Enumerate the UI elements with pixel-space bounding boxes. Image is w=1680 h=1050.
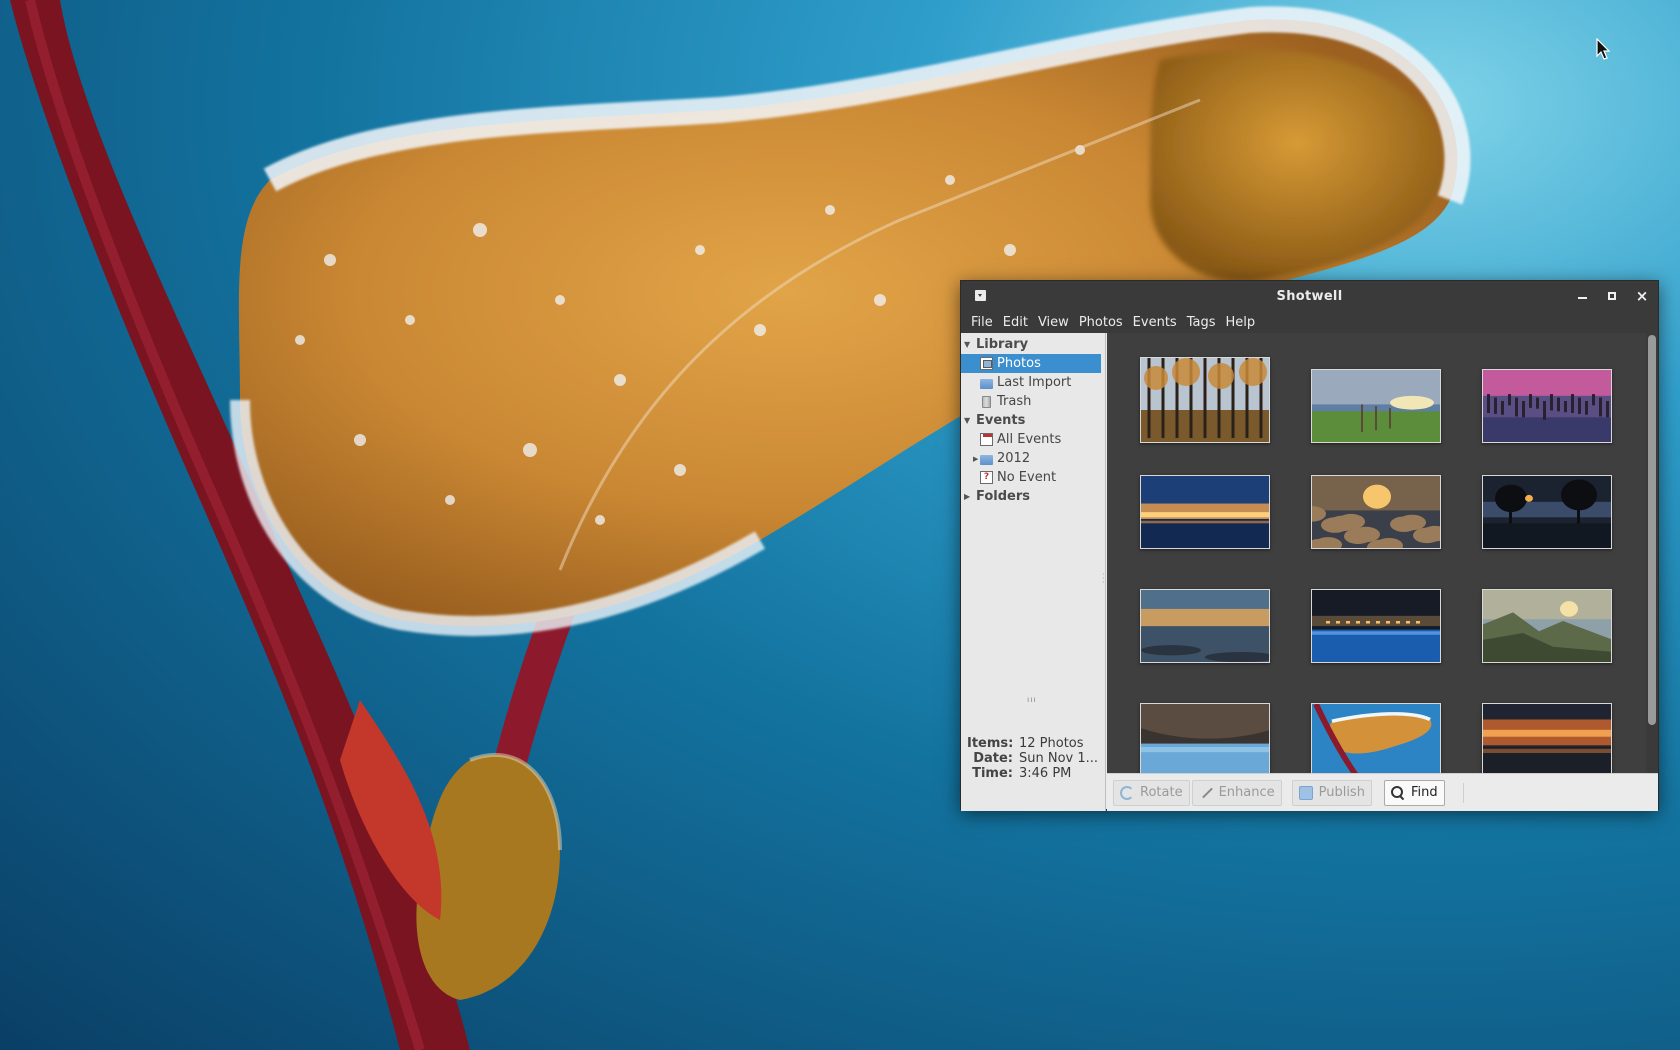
date-value: Sun Nov 1...	[1019, 751, 1099, 766]
photo-grid	[1107, 333, 1646, 773]
sidebar-item-last-import[interactable]: Last Import	[961, 373, 1105, 392]
photo-thumbnail-image	[1312, 370, 1440, 442]
enhance-wand-icon	[1199, 786, 1213, 800]
title-bar[interactable]: Shotwell ×	[961, 281, 1658, 311]
sidebar-header-label: Library	[976, 337, 1029, 352]
photo-thumbnail-image	[1312, 704, 1440, 773]
photo-thumbnail[interactable]	[1140, 475, 1270, 549]
publish-icon	[1298, 785, 1313, 800]
items-value: 12 Photos	[1019, 736, 1084, 751]
scrollbar-thumb[interactable]	[1648, 335, 1656, 725]
sidebar-header-label: Events	[976, 413, 1026, 428]
search-icon	[1390, 785, 1405, 800]
menu-file[interactable]: File	[966, 315, 998, 330]
rotate-label: Rotate	[1140, 785, 1183, 800]
maximize-button[interactable]	[1604, 288, 1620, 304]
folder-icon	[980, 378, 993, 389]
close-button[interactable]: ×	[1634, 288, 1650, 304]
rotate-button[interactable]: Rotate	[1113, 779, 1190, 806]
collapsed-arrow-icon[interactable]: ▶	[973, 455, 978, 463]
window-menu-icon[interactable]	[975, 290, 986, 301]
no-event-icon: ?	[980, 471, 993, 484]
menu-bar: File Edit View Photos Events Tags Help	[961, 311, 1658, 333]
items-label: Items:	[967, 736, 1014, 751]
photo-thumbnail-image	[1141, 476, 1269, 548]
folder-icon	[980, 454, 993, 465]
time-value: 3:46 PM	[1019, 766, 1072, 781]
toolbar-separator	[1462, 782, 1464, 803]
photo-thumbnail[interactable]	[1311, 589, 1441, 663]
collapsed-arrow-icon[interactable]: ▶	[964, 492, 973, 501]
photo-thumbnail-image	[1141, 590, 1269, 662]
menu-tags[interactable]: Tags	[1182, 315, 1221, 330]
events-icon	[980, 433, 993, 446]
enhance-button[interactable]: Enhance	[1191, 779, 1282, 806]
menu-help[interactable]: Help	[1220, 315, 1260, 330]
photo-thumbnail[interactable]	[1140, 357, 1270, 443]
photo-thumbnail-image	[1483, 370, 1611, 442]
enhance-label: Enhance	[1218, 785, 1275, 800]
sidebar-header-events[interactable]: ▼ Events	[961, 411, 1105, 430]
vertical-scrollbar[interactable]	[1646, 333, 1658, 773]
sidebar-item-all-events[interactable]: All Events	[961, 430, 1105, 449]
menu-view[interactable]: View	[1033, 315, 1074, 330]
photo-thumbnail-image	[1141, 704, 1269, 773]
sidebar-resize-grip[interactable]: · · ·	[1102, 571, 1105, 587]
photo-thumbnail-image	[1312, 476, 1440, 548]
expanded-arrow-icon[interactable]: ▼	[964, 340, 973, 349]
menu-events[interactable]: Events	[1128, 315, 1182, 330]
photo-thumbnail-image	[1483, 704, 1611, 773]
sidebar-item-label: All Events	[997, 432, 1062, 447]
sidebar-header-library[interactable]: ▼ Library	[961, 335, 1105, 354]
sidebar-tree: ▼ Library Photos Last Import Trash ▼ Eve…	[961, 333, 1105, 506]
photo-thumbnail[interactable]	[1311, 703, 1441, 773]
pane-resize-grip[interactable]: ııı	[1027, 695, 1039, 704]
menu-photos[interactable]: Photos	[1074, 315, 1128, 330]
time-label: Time:	[972, 766, 1013, 781]
sidebar: ▼ Library Photos Last Import Trash ▼ Eve…	[961, 333, 1106, 811]
photo-thumbnail[interactable]	[1311, 369, 1441, 443]
trash-icon	[982, 395, 991, 408]
sidebar-item-label: 2012	[997, 451, 1031, 466]
sidebar-header-folders[interactable]: ▶ Folders	[961, 487, 1105, 506]
photo-thumbnail-image	[1312, 590, 1440, 662]
sidebar-header-label: Folders	[976, 489, 1031, 504]
mouse-pointer-icon	[1596, 38, 1611, 60]
rotate-icon	[1120, 785, 1134, 800]
sidebar-item-trash[interactable]: Trash	[961, 392, 1105, 411]
menu-edit[interactable]: Edit	[998, 315, 1033, 330]
date-label: Date:	[973, 751, 1013, 766]
sidebar-item-2012[interactable]: ▶ 2012	[961, 449, 1105, 468]
bottom-toolbar: Rotate Enhance Publish Find	[1107, 773, 1658, 811]
photo-thumbnail[interactable]	[1311, 475, 1441, 549]
photo-thumbnail[interactable]	[1140, 703, 1270, 773]
photo-thumbnail-image	[1483, 590, 1611, 662]
photo-thumbnail[interactable]	[1482, 475, 1612, 549]
expanded-arrow-icon[interactable]: ▼	[964, 416, 973, 425]
find-label: Find	[1410, 785, 1438, 800]
sidebar-item-photos[interactable]: Photos	[961, 354, 1101, 373]
photo-thumbnail[interactable]	[1482, 589, 1612, 663]
publish-button[interactable]: Publish	[1291, 779, 1372, 806]
sidebar-item-no-event[interactable]: ? No Event	[961, 468, 1105, 487]
sidebar-item-label: No Event	[997, 470, 1057, 485]
window-title: Shotwell	[1276, 288, 1343, 304]
minimize-button[interactable]	[1574, 288, 1590, 304]
publish-label: Publish	[1318, 785, 1365, 800]
find-button[interactable]: Find	[1383, 779, 1445, 806]
photo-thumbnail[interactable]	[1482, 703, 1612, 773]
photos-icon	[980, 357, 993, 370]
sidebar-item-label: Trash	[997, 394, 1032, 409]
photo-grid-view[interactable]	[1107, 333, 1658, 773]
sidebar-item-label: Photos	[997, 356, 1041, 371]
properties-panel: Items: 12 Photos Date: Sun Nov 1... Time…	[967, 736, 1098, 781]
photo-thumbnail-image	[1141, 358, 1269, 442]
shotwell-window: Shotwell × File Edit View Photos Events …	[960, 280, 1659, 811]
photo-thumbnail[interactable]	[1482, 369, 1612, 443]
photo-thumbnail-image	[1483, 476, 1611, 548]
photo-thumbnail[interactable]	[1140, 589, 1270, 663]
sidebar-item-label: Last Import	[997, 375, 1072, 390]
